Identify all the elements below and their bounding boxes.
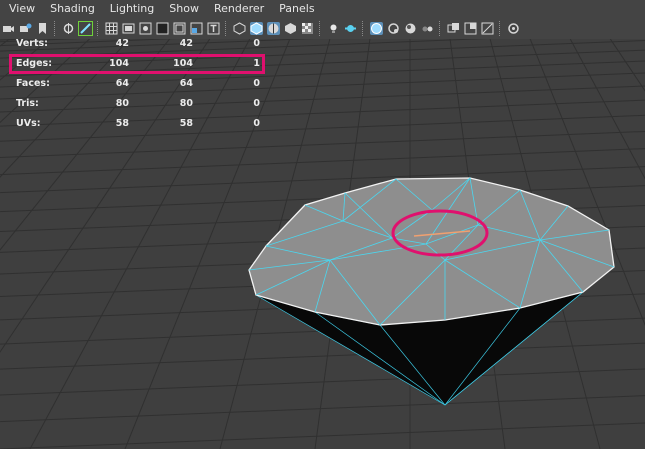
shadows-icon[interactable]: [327, 22, 340, 35]
film-gate-icon[interactable]: [122, 22, 135, 35]
hud-value-object: 42: [115, 38, 129, 49]
grid-line: [0, 342, 645, 370]
hud-value-total: 80: [179, 98, 193, 109]
lighting-icon[interactable]: [301, 22, 314, 35]
hud-label: Tris:: [16, 98, 39, 109]
xray-joints-icon[interactable]: [387, 22, 400, 35]
menu-view[interactable]: View: [0, 0, 35, 18]
wireframe-icon[interactable]: [233, 22, 246, 35]
hud-value-object: 80: [115, 98, 129, 109]
isolate-select-icon[interactable]: [344, 22, 357, 35]
wireframe-on-shaded-icon[interactable]: [267, 22, 280, 35]
hud-label: Verts:: [16, 38, 48, 49]
poly-count-hud: Verts: 42 42 0 Edges: 104 104 1 Faces: 6…: [0, 38, 280, 138]
xray-components-icon[interactable]: [404, 22, 417, 35]
xray-icon[interactable]: [370, 22, 383, 35]
gate-mask-icon[interactable]: [156, 22, 169, 35]
motion-blur-icon[interactable]: [447, 22, 460, 35]
hud-label: Faces:: [16, 78, 50, 89]
camera-icon[interactable]: [2, 22, 15, 35]
menu-shading[interactable]: Shading: [41, 0, 95, 18]
menu-lighting[interactable]: Lighting: [101, 0, 154, 18]
depth-of-field-icon[interactable]: [481, 22, 494, 35]
hud-value-selected: 0: [253, 38, 260, 49]
edges-highlight-box: [9, 54, 265, 74]
hud-value-object: 64: [115, 78, 129, 89]
screen-space-ao-icon[interactable]: [421, 22, 434, 35]
grid-line: [0, 395, 645, 423]
safe-title-icon[interactable]: [207, 22, 220, 35]
field-chart-icon[interactable]: [173, 22, 186, 35]
hud-value-selected: 0: [253, 98, 260, 109]
hud-value-total: 58: [179, 118, 193, 129]
image-plane-icon[interactable]: [62, 22, 75, 35]
hud-value-selected: 0: [253, 118, 260, 129]
safe-action-icon[interactable]: [190, 22, 203, 35]
undo-icon[interactable]: [507, 22, 520, 35]
hud-value-total: 42: [179, 38, 193, 49]
hud-value-total: 64: [179, 78, 193, 89]
default-material-icon[interactable]: [284, 22, 297, 35]
hud-row-tris: Tris: 80 80 0: [0, 98, 280, 118]
hud-value-selected: 0: [253, 78, 260, 89]
hud-row-uvs: UVs: 58 58 0: [0, 118, 280, 138]
panel-toolbar: [0, 18, 645, 39]
resolution-gate-icon[interactable]: [139, 22, 152, 35]
bookmark-icon[interactable]: [36, 22, 49, 35]
anti-aliasing-icon[interactable]: [464, 22, 477, 35]
smooth-shade-icon[interactable]: [250, 22, 263, 35]
camera-attributes-icon[interactable]: [19, 22, 32, 35]
grease-pencil-icon[interactable]: [78, 21, 93, 36]
hud-label: UVs:: [16, 118, 41, 129]
menu-panels[interactable]: Panels: [270, 0, 314, 18]
grid-line: [0, 422, 645, 449]
panel-menubar: View Shading Lighting Show Renderer Pane…: [0, 0, 645, 18]
menu-renderer[interactable]: Renderer: [205, 0, 264, 18]
hud-row-faces: Faces: 64 64 0: [0, 78, 280, 98]
hud-value-object: 58: [115, 118, 129, 129]
grid-icon[interactable]: [105, 22, 118, 35]
menu-show[interactable]: Show: [160, 0, 199, 18]
